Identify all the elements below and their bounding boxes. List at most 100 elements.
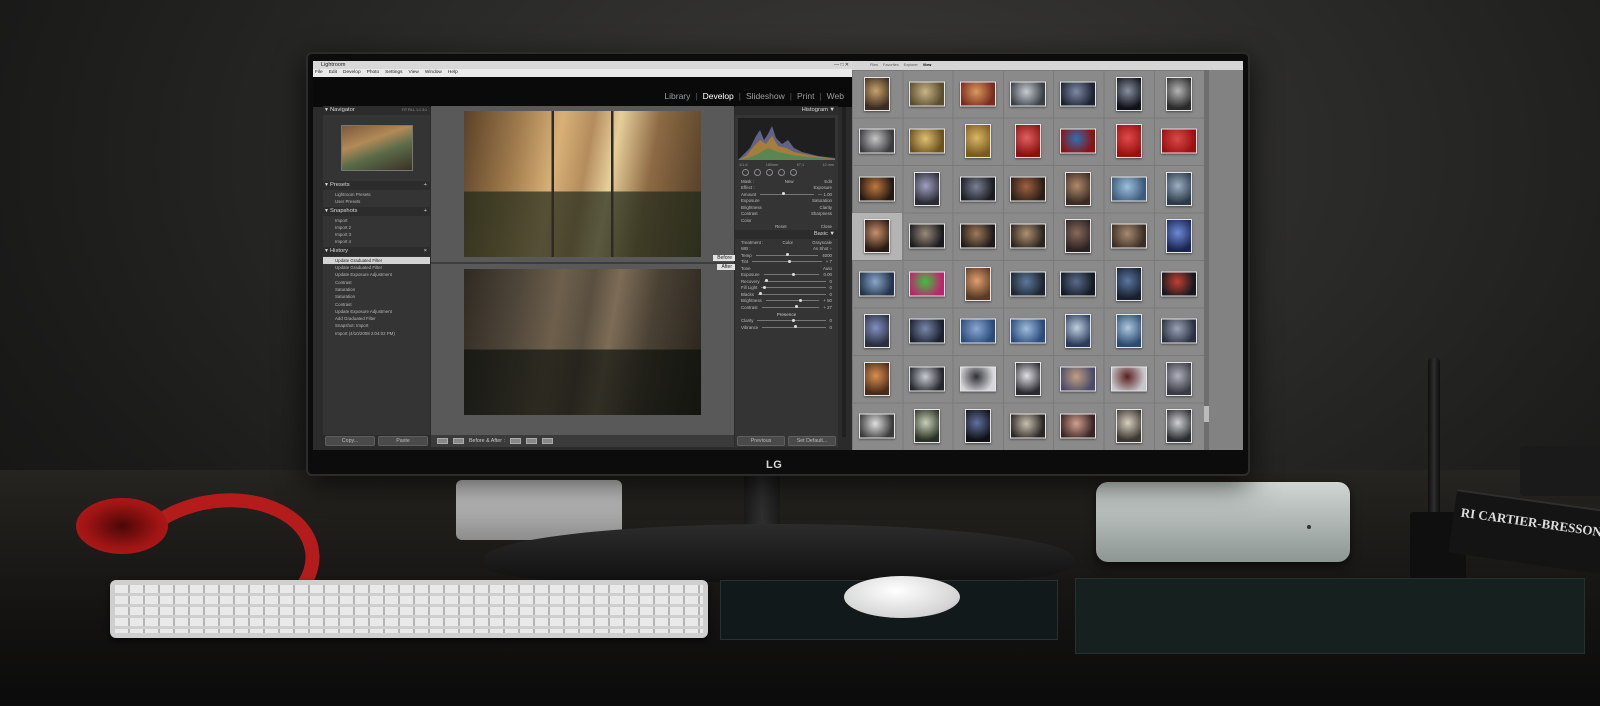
thumbnail-cell[interactable] [902,355,952,403]
history-item[interactable]: Update Exposure Adjustment [323,308,430,315]
photo-thumbnail[interactable] [864,314,891,349]
auto-tone-button[interactable]: Auto [823,266,832,271]
photo-thumbnail[interactable] [1160,271,1197,297]
vibrance-slider[interactable] [762,325,826,329]
photo-thumbnail[interactable] [959,223,996,249]
snapshot-item[interactable]: Import 2 [323,224,430,231]
snapshot-item[interactable]: Import 4 [323,238,430,245]
photo-thumbnail[interactable] [959,176,996,202]
blacks-slider[interactable] [757,292,826,296]
snapshot-item[interactable]: Import [323,217,430,224]
photo-thumbnail[interactable] [1160,128,1197,154]
contrast-slider[interactable] [761,305,820,309]
thumbnail-cell[interactable] [1003,403,1053,451]
preset-folder[interactable]: User Presets [323,198,430,205]
thumbnail-cell[interactable] [852,212,903,260]
photo-thumbnail[interactable] [1110,223,1147,249]
photo-thumbnail[interactable] [1009,81,1046,107]
photo-thumbnail[interactable] [859,128,896,154]
photo-thumbnail[interactable] [909,366,946,392]
tab-view[interactable]: View [923,61,932,70]
photo-thumbnail[interactable] [1115,124,1142,159]
photo-thumbnail[interactable] [909,128,946,154]
thumbnail-cell[interactable] [1103,70,1153,118]
after-photo[interactable] [464,269,701,415]
photo-thumbnail[interactable] [959,318,996,344]
thumbnail-cell[interactable] [953,213,1003,261]
thumbnail-cell[interactable] [1103,165,1153,213]
history-item[interactable]: Update Graduated Filter [323,256,430,265]
loupe-view-icon[interactable] [437,438,448,444]
module-print[interactable]: Print [797,91,814,101]
photo-thumbnail[interactable] [909,318,946,344]
photo-thumbnail[interactable] [864,219,891,254]
photo-thumbnail[interactable] [1165,361,1192,396]
photo-thumbnail[interactable] [909,223,946,249]
photo-thumbnail[interactable] [864,76,891,111]
photo-thumbnail[interactable] [1165,219,1192,254]
photo-thumbnail[interactable] [1060,81,1097,107]
photo-thumbnail[interactable] [1115,409,1142,444]
photo-thumbnail[interactable] [864,361,891,396]
menu-help[interactable]: Help [448,69,458,77]
histogram-header[interactable]: Histogram ▼ [735,106,838,115]
clarity-slider[interactable] [757,318,826,322]
adjustment-brush-icon[interactable] [790,169,797,176]
thumbnail-cell[interactable] [1103,355,1153,403]
right-panel-scrollbar[interactable] [842,107,846,437]
photo-thumbnail[interactable] [1110,176,1147,202]
module-develop[interactable]: Develop [703,91,734,101]
copy-settings-icon[interactable] [525,438,537,444]
thumbnail-cell[interactable] [852,308,902,356]
photo-thumbnail[interactable] [1160,318,1197,344]
photo-thumbnail[interactable] [1060,413,1097,439]
before-after-label[interactable]: Before & After : [469,435,505,447]
add-snapshot-icon[interactable]: + [424,207,427,216]
history-item[interactable]: Snapshot: Import [323,322,430,329]
scrollbar-thumb[interactable] [1204,406,1209,422]
effect-select[interactable]: Exposure [813,185,832,190]
thumbnail-cell[interactable] [1103,308,1153,356]
photo-thumbnail[interactable] [1065,314,1092,349]
thumbnail-cell[interactable] [1154,260,1204,308]
history-item[interactable]: Contrast [323,279,430,286]
menu-file[interactable]: File [315,69,323,77]
thumbnail-cell[interactable] [1154,70,1204,118]
zoom-options[interactable]: FIT FILL 1:1 3:1 [402,106,427,115]
thumbnail-cell[interactable] [1053,118,1103,166]
thumbnail-cell[interactable] [852,165,902,213]
temp-slider[interactable] [755,253,819,257]
thumbnail-cell[interactable] [1103,260,1153,308]
thumbnail-cell[interactable] [1053,70,1103,118]
set-default-button[interactable]: Set Default... [788,436,836,446]
adjust-option[interactable]: Color [741,218,752,223]
thumbnail-cell[interactable] [953,355,1003,403]
navigator-preview[interactable] [340,125,413,171]
photo-thumbnail[interactable] [1165,171,1192,206]
thumbnail-cell[interactable] [852,355,902,403]
basic-header[interactable]: Basic ▼ [735,230,838,239]
thumbnail-cell[interactable] [1103,403,1153,451]
photo-thumbnail[interactable] [1060,366,1097,392]
clear-history-icon[interactable]: × [424,247,427,256]
thumbnail-cell[interactable] [1053,403,1103,451]
mask-edit-button[interactable]: Edit [824,179,832,184]
thumbnail-cell[interactable] [902,308,952,356]
module-library[interactable]: Library [664,91,690,101]
swap-icon[interactable] [509,438,521,444]
file-browser-scrollbar[interactable] [1204,70,1209,450]
tab-explorer[interactable]: Explorer [904,61,918,70]
photo-thumbnail[interactable] [1009,318,1046,344]
snapshot-item[interactable]: Import 3 [323,231,430,238]
photo-thumbnail[interactable] [1110,366,1147,392]
thumbnail-cell[interactable] [902,403,952,451]
wb-select[interactable]: As Shot ÷ [813,246,832,251]
photo-thumbnail[interactable] [859,413,896,439]
photo-thumbnail[interactable] [909,271,946,297]
history-header[interactable]: ▼ History × [323,246,430,256]
menu-photo[interactable]: Photo [367,69,380,77]
history-item[interactable]: Update Graduated Filter [323,264,430,271]
previous-button[interactable]: Previous [737,436,785,446]
photo-thumbnail[interactable] [1115,266,1142,301]
close-button[interactable]: Close [821,224,832,229]
